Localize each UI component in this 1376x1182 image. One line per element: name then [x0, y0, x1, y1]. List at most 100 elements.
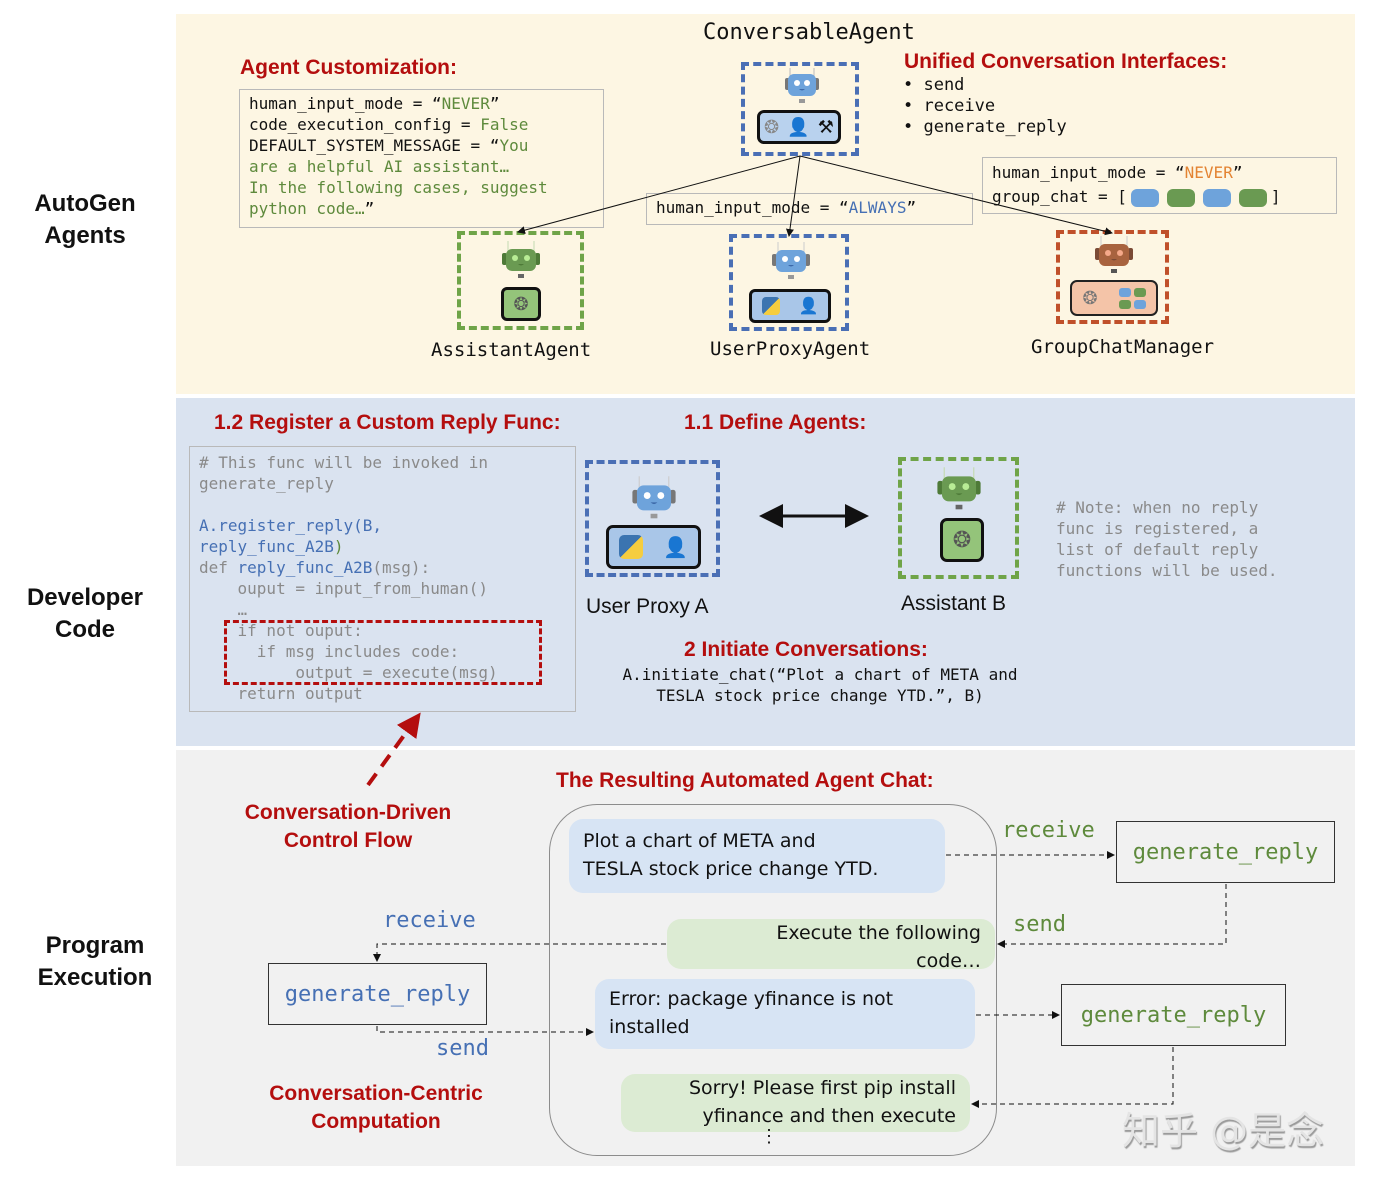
- left-send-label: send: [436, 1036, 489, 1061]
- chat-title: The Resulting Automated Agent Chat:: [556, 769, 934, 792]
- mini-robot-icon: [1238, 188, 1267, 207]
- config-text: ”: [906, 198, 917, 217]
- code-line: are a helpful AI assistant…: [249, 156, 594, 177]
- chat-message-assistant: Sorry! Please first pip install yfinance…: [621, 1074, 970, 1132]
- code-line: A.register_reply(B,: [199, 515, 566, 536]
- code-token: reply_func_A2B: [237, 558, 373, 577]
- code-line: reply_func_A2B): [199, 536, 566, 557]
- computation-label: Conversation-Centric Computation: [258, 1080, 494, 1136]
- message-line: Execute the following: [776, 922, 981, 944]
- code-token: ”: [364, 199, 375, 218]
- define-agents-title: 1.1 Define Agents:: [684, 411, 867, 434]
- row-label-line: Program: [45, 932, 145, 959]
- right-generate-reply-box-1[interactable]: generate_reply: [1116, 821, 1335, 883]
- robot-icon: [782, 68, 822, 113]
- agent-customization-code: human_input_mode = “NEVER” code_execution…: [239, 89, 604, 228]
- config-text: human_input_mode = “: [656, 198, 849, 217]
- openai-icon: ❂: [501, 287, 541, 321]
- group-chat-manager-box[interactable]: ❂: [1056, 230, 1169, 324]
- label-line: Conversation-Centric: [269, 1082, 483, 1105]
- watermark: 知乎 @是念: [1122, 1109, 1325, 1153]
- interfaces-list: • send • receive • generate_reply: [903, 75, 1067, 138]
- right-receive-label: receive: [1002, 818, 1095, 843]
- code-token: ouput = input_from_human(): [199, 579, 488, 598]
- message-line: TESLA stock price change YTD.: [583, 858, 879, 880]
- human-icon: 👤: [798, 298, 819, 315]
- user-proxy-agent-label: UserProxyAgent: [710, 338, 871, 360]
- label-line: Control Flow: [283, 829, 413, 852]
- human-icon: 👤: [787, 116, 810, 137]
- left-generate-reply-box[interactable]: generate_reply: [268, 963, 487, 1025]
- config-text: ]: [1270, 187, 1281, 206]
- chat-message-assistant: Execute the following code…: [667, 919, 995, 972]
- message-line: Error: package yfinance is not: [609, 988, 894, 1010]
- conversable-agent-box[interactable]: ❂ 👤 ⚒: [741, 62, 859, 156]
- code-line: In the following cases, suggest: [249, 177, 594, 198]
- left-receive-label: receive: [383, 908, 476, 933]
- row-label-line: AutoGen: [34, 190, 136, 217]
- right-generate-reply-box-2[interactable]: generate_reply: [1061, 984, 1286, 1046]
- python-icon: [761, 297, 780, 315]
- chat-message-user: Plot a chart of META and TESLA stock pri…: [569, 819, 945, 893]
- row-label-program-execution: Program Execution: [10, 930, 180, 994]
- config-value: NEVER: [1184, 163, 1233, 182]
- code-line: A.initiate_chat(“Plot a chart of META an…: [622, 665, 1018, 684]
- code-line: DEFAULT_SYSTEM_MESSAGE = “You: [249, 135, 594, 156]
- code-line: def reply_func_A2B(msg):: [199, 557, 566, 578]
- code-line: return output: [199, 683, 566, 704]
- code-token: reply_func_A2B: [199, 537, 334, 556]
- code-line: human_input_mode = “NEVER”: [249, 93, 594, 114]
- config-text: ”: [1232, 163, 1243, 182]
- label-line: Conversation-Driven: [244, 801, 452, 824]
- robot-icon: [629, 476, 679, 527]
- initiate-chat-code: A.initiate_chat(“Plot a chart of META an…: [600, 664, 1040, 706]
- config-text: group_chat = [: [992, 187, 1127, 206]
- code-token: def: [199, 558, 238, 577]
- code-line: code_execution_config = False: [249, 114, 594, 135]
- code-token: python code…: [249, 199, 365, 218]
- user-proxy-tools-panel: 👤: [749, 289, 831, 323]
- code-line: TESLA stock price change YTD.”, B): [656, 686, 984, 705]
- user-proxy-a-tools-panel: 👤: [606, 525, 701, 569]
- interfaces-title: Unified Conversation Interfaces:: [904, 50, 1228, 73]
- code-token: You: [499, 136, 529, 155]
- code-token: # This func will be invoked in: [199, 453, 488, 472]
- row-label-autogen-agents: AutoGen Agents: [0, 188, 170, 252]
- openai-icon: ❂: [764, 116, 780, 137]
- conversable-agent-label: ConversableAgent: [703, 20, 915, 45]
- code-token: ): [333, 537, 344, 556]
- code-token: return output: [199, 684, 363, 703]
- message-line: installed: [609, 1016, 690, 1038]
- code-token: A.register_reply(B,: [199, 516, 383, 535]
- assistant-agent-label: AssistantAgent: [431, 339, 592, 361]
- conversable-tools-panel: ❂ 👤 ⚒: [757, 110, 841, 144]
- assistant-b-box[interactable]: ❂: [898, 457, 1019, 579]
- code-token: human_input_mode = “: [249, 94, 442, 113]
- code-line: ouput = input_from_human(): [199, 578, 566, 599]
- group-chat-tools-panel: ❂: [1070, 280, 1158, 316]
- mini-robot-icon: [1202, 188, 1231, 207]
- assistant-b-label: Assistant B: [901, 592, 1007, 615]
- code-token: In the following cases, suggest: [249, 178, 548, 197]
- message-line: Sorry! Please first pip install: [688, 1077, 956, 1099]
- assistant-agent-box[interactable]: ❂: [457, 231, 584, 330]
- agent-grid-icon: [1118, 287, 1146, 309]
- code-token: DEFAULT_SYSTEM_MESSAGE = “: [249, 136, 500, 155]
- user-proxy-a-box[interactable]: 👤: [585, 460, 720, 577]
- tools-icon: ⚒: [817, 116, 834, 137]
- register-reply-title: 1.2 Register a Custom Reply Func:: [214, 411, 561, 434]
- robot-icon: [934, 467, 984, 518]
- groupchat-config: human_input_mode = “NEVER” group_chat = …: [982, 157, 1337, 214]
- robot-icon: [769, 242, 813, 287]
- row-label-line: Code: [55, 616, 115, 643]
- message-line: Plot a chart of META and: [583, 830, 816, 852]
- row-label-developer-code: Developer Code: [0, 582, 170, 646]
- openai-icon: ❂: [940, 518, 984, 562]
- code-token: code_execution_config =: [249, 115, 481, 134]
- user-proxy-agent-box[interactable]: 👤: [729, 234, 849, 331]
- mini-robot-icon: [1130, 188, 1159, 207]
- human-icon: 👤: [663, 536, 688, 559]
- row-label-line: Developer: [26, 584, 144, 611]
- code-line: # This func will be invoked in: [199, 452, 566, 473]
- code-token: NEVER: [441, 94, 490, 113]
